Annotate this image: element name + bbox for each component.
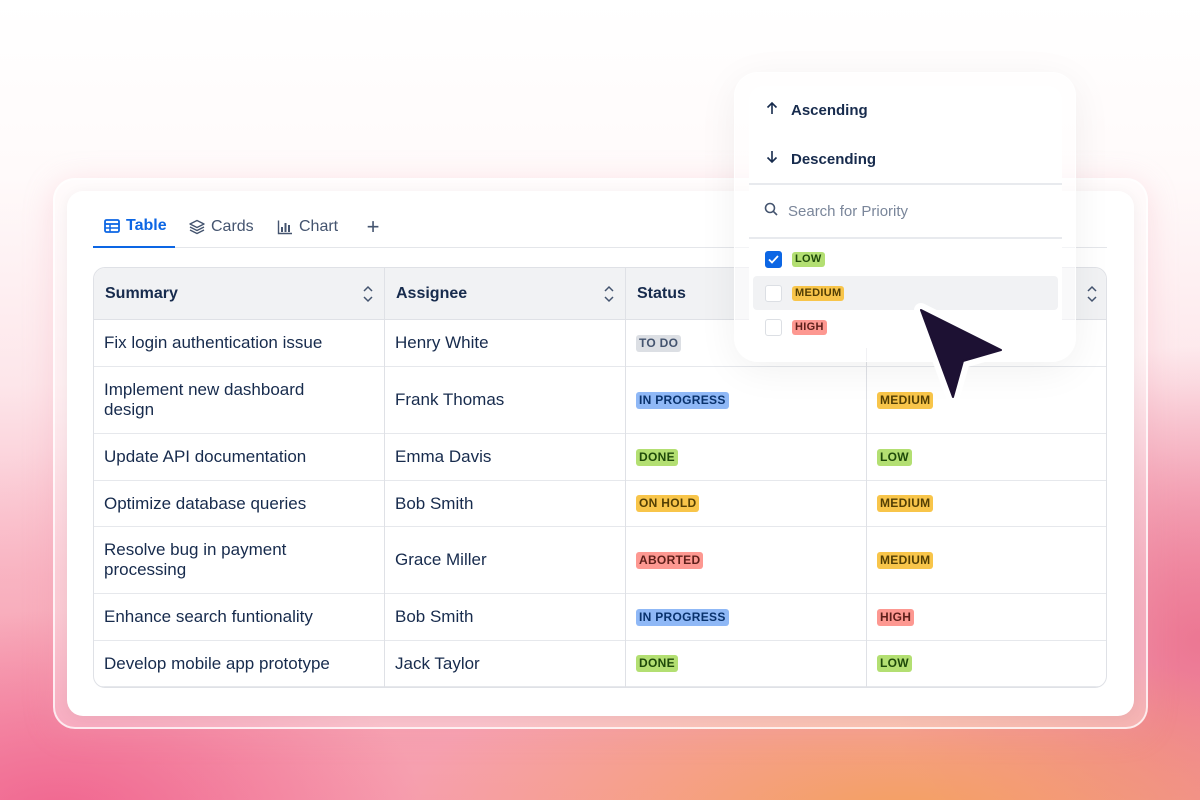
status-lozenge: DONE <box>636 448 678 466</box>
search-icon <box>764 202 778 220</box>
assignee-text: Henry White <box>395 333 489 352</box>
priority-cell: LOW <box>867 641 1106 686</box>
assignee-cell: Grace Miller <box>385 527 625 593</box>
assignee-text: Emma Davis <box>395 447 492 466</box>
sort-ascending-label: Ascending <box>791 101 868 119</box>
add-view-button[interactable]: + <box>363 206 383 248</box>
status-cell: ON HOLD <box>626 481 866 526</box>
table-row[interactable]: Develop mobile app prototype Jack Taylor D… <box>94 641 1106 687</box>
column-divider <box>384 268 385 687</box>
priority-lozenge: MEDIUM <box>877 551 934 569</box>
column-divider <box>625 268 626 687</box>
checkbox[interactable] <box>765 284 782 302</box>
column-header-label: Summary <box>105 284 178 302</box>
table-row[interactable]: Update API documentation Emma Davis DONE LO… <box>94 434 1106 481</box>
table-row[interactable]: Enhance search funtionality Bob Smith IN P… <box>94 594 1106 641</box>
arrow-up-icon <box>765 101 779 119</box>
assignee-cell: Bob Smith <box>385 594 625 640</box>
plus-icon: + <box>366 214 380 239</box>
assignee-text: Bob Smith <box>395 493 474 513</box>
tab-cards[interactable]: Cards <box>189 206 259 248</box>
priority-lozenge: HIGH <box>792 319 827 335</box>
summary-cell: Resolve bug in payment processing <box>94 527 384 593</box>
status-cell: DONE <box>626 641 866 686</box>
summary-cell: Develop mobile app prototype <box>94 641 384 686</box>
column-header-summary[interactable]: Summary <box>94 268 384 320</box>
summary-cell: Implement new dashboard design <box>94 367 384 433</box>
column-header-label: Status <box>637 284 686 302</box>
status-cell: IN PROGRESS <box>626 594 866 640</box>
assignee-cell: Frank Thomas <box>385 367 625 433</box>
bar-chart-icon <box>277 219 293 235</box>
column-header-assignee[interactable]: Assignee <box>385 268 625 320</box>
priority-search-input[interactable] <box>788 202 1038 220</box>
assignee-text: Jack Taylor <box>395 653 480 673</box>
tab-label: Cards <box>211 218 254 235</box>
summary-text: Fix login authentication issue <box>104 333 323 352</box>
tab-label: Chart <box>299 218 339 235</box>
summary-cell: Update API documentation <box>94 434 384 480</box>
status-lozenge: TO DO <box>636 334 682 352</box>
status-lozenge: ON HOLD <box>636 495 700 512</box>
priority-cell: LOW <box>867 434 1106 480</box>
table-icon <box>104 218 120 234</box>
mouse-cursor-icon <box>914 303 1008 404</box>
assignee-cell: Henry White <box>385 320 625 366</box>
status-cell: IN PROGRESS <box>626 367 866 433</box>
status-lozenge: IN PROGRESS <box>636 608 729 626</box>
dropdown-divider <box>749 237 1062 239</box>
arrow-down-icon <box>765 150 779 168</box>
tab-label: Table <box>126 217 167 234</box>
summary-cell: Fix login authentication issue <box>94 320 384 366</box>
checkbox-checked[interactable] <box>765 250 782 268</box>
table-row[interactable]: Optimize database queries Bob Smith ON HOL… <box>94 481 1106 527</box>
summary-text: Update API documentation <box>104 447 307 466</box>
priority-cell: HIGH <box>867 594 1106 640</box>
priority-lozenge: HIGH <box>877 608 915 626</box>
status-lozenge: IN PROGRESS <box>636 391 729 409</box>
status-cell: ABORTED <box>626 527 866 593</box>
table-row[interactable]: Resolve bug in payment processing Grace M… <box>94 527 1106 594</box>
assignee-text: Bob Smith <box>395 607 474 626</box>
sort-icon[interactable] <box>362 284 374 304</box>
checkbox[interactable] <box>765 318 782 336</box>
sort-ascending-option[interactable]: Ascending <box>749 87 1062 133</box>
status-lozenge: ABORTED <box>636 551 704 569</box>
priority-cell: MEDIUM <box>867 527 1106 593</box>
status-lozenge: DONE <box>636 655 678 672</box>
summary-cell: Optimize database queries <box>94 481 384 526</box>
assignee-cell: Emma Davis <box>385 434 625 480</box>
assignee-cell: Jack Taylor <box>385 641 625 686</box>
priority-option-low[interactable]: LOW <box>753 242 1058 276</box>
summary-text: Resolve bug in payment processing <box>104 540 287 579</box>
layers-icon <box>189 219 205 235</box>
summary-cell: Enhance search funtionality <box>94 594 384 640</box>
sort-icon[interactable] <box>1086 284 1098 304</box>
status-cell: DONE <box>626 434 866 480</box>
sort-icon[interactable] <box>603 284 615 304</box>
priority-lozenge: LOW <box>877 655 912 672</box>
assignee-text: Grace Miller <box>395 550 487 569</box>
summary-text: Develop mobile app prototype <box>104 653 330 673</box>
sort-descending-label: Descending <box>791 150 877 168</box>
tab-chart[interactable]: Chart <box>277 206 343 248</box>
assignee-text: Frank Thomas <box>395 390 505 409</box>
priority-lozenge: LOW <box>877 448 912 466</box>
priority-cell: MEDIUM <box>867 481 1106 526</box>
priority-lozenge: LOW <box>792 251 825 267</box>
column-header-label: Assignee <box>396 284 468 302</box>
sort-descending-option[interactable]: Descending <box>749 136 1062 182</box>
summary-text: Implement new dashboard design <box>104 380 305 419</box>
priority-lozenge: MEDIUM <box>792 285 845 301</box>
summary-text: Enhance search funtionality <box>104 607 313 626</box>
priority-lozenge: MEDIUM <box>877 495 934 512</box>
priority-search <box>749 187 1062 235</box>
dropdown-divider <box>749 183 1062 185</box>
assignee-cell: Bob Smith <box>385 481 625 526</box>
summary-text: Optimize database queries <box>104 493 307 513</box>
tab-table[interactable]: Table <box>93 206 175 248</box>
